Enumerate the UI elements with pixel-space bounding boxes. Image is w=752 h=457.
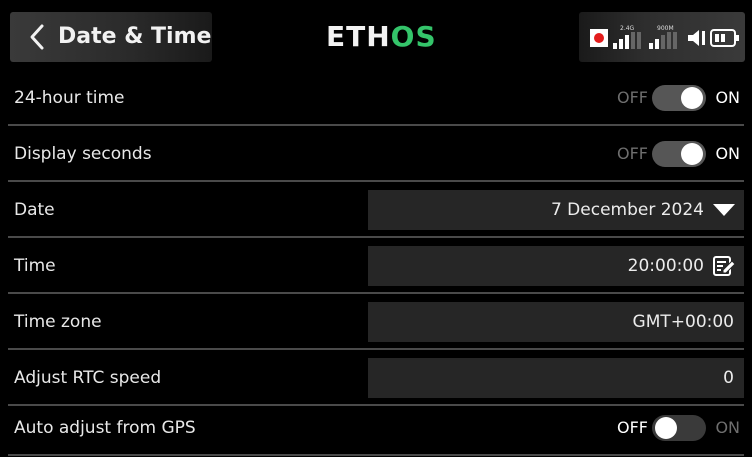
date-value: 7 December 2024	[550, 200, 704, 220]
signal-band-label: 900M	[657, 25, 674, 32]
signal-band-label: 2.4G	[620, 25, 635, 32]
signal-900m-icon: 900M	[649, 25, 677, 49]
page-title: Date & Time	[58, 24, 212, 49]
toggle-24-hour-time[interactable]: OFF ON	[594, 83, 744, 113]
setting-label: Date	[14, 200, 55, 220]
setting-label: 24-hour time	[14, 88, 125, 108]
dropdown-arrow-icon	[713, 204, 735, 216]
date-dropdown[interactable]: 7 December 2024	[368, 190, 744, 230]
toggle-off-label: OFF	[617, 144, 648, 163]
setting-row-adjust-rtc-speed: Adjust RTC speed 0	[0, 350, 752, 406]
toggle-on-label: ON	[715, 144, 740, 163]
toggle-knob[interactable]	[681, 87, 703, 109]
rtc-speed-field[interactable]: 0	[368, 358, 744, 398]
toggle-track[interactable]	[652, 141, 706, 167]
time-zone-value: GMT+00:00	[632, 312, 734, 332]
setting-row-date: Date 7 December 2024	[0, 182, 752, 238]
setting-row-time: Time 20:00:00	[0, 238, 752, 294]
setting-label: Display seconds	[14, 144, 152, 164]
toggle-on-label: ON	[715, 88, 740, 107]
toggle-display-seconds[interactable]: OFF ON	[594, 139, 744, 169]
edit-icon[interactable]	[712, 255, 736, 277]
record-icon	[590, 29, 608, 47]
toggle-off-label: OFF	[617, 418, 648, 437]
toggle-track[interactable]	[652, 85, 706, 111]
signal-2-4g-icon: 2.4G	[613, 25, 641, 49]
setting-label: Time	[14, 256, 56, 276]
time-field[interactable]: 20:00:00	[368, 246, 744, 286]
divider	[8, 454, 744, 456]
battery-icon	[710, 29, 739, 47]
setting-row-time-zone: Time zone GMT+00:00	[0, 294, 752, 350]
setting-label: Adjust RTC speed	[14, 368, 162, 388]
toggle-knob[interactable]	[681, 143, 703, 165]
toggle-knob[interactable]	[655, 417, 677, 439]
chevron-left-icon[interactable]	[24, 20, 50, 54]
toggle-auto-adjust-gps[interactable]: OFF ON	[594, 413, 744, 443]
setting-row-display-seconds: Display seconds OFF ON	[0, 126, 752, 182]
setting-label: Auto adjust from GPS	[14, 418, 196, 438]
speaker-icon[interactable]	[686, 28, 708, 48]
header-bar: Date & Time ETHOS 2.4G 900M	[0, 0, 752, 66]
setting-label: Time zone	[14, 312, 102, 332]
ethos-logo: ETHOS	[326, 20, 437, 53]
toggle-track[interactable]	[652, 415, 706, 441]
rtc-speed-value: 0	[723, 368, 734, 388]
time-value: 20:00:00	[627, 256, 704, 276]
toggle-on-label: ON	[715, 418, 740, 437]
toggle-off-label: OFF	[617, 88, 648, 107]
setting-row-auto-adjust-gps: Auto adjust from GPS OFF ON	[0, 400, 752, 456]
setting-row-24-hour-time: 24-hour time OFF ON	[0, 70, 752, 126]
time-zone-field[interactable]: GMT+00:00	[368, 302, 744, 342]
